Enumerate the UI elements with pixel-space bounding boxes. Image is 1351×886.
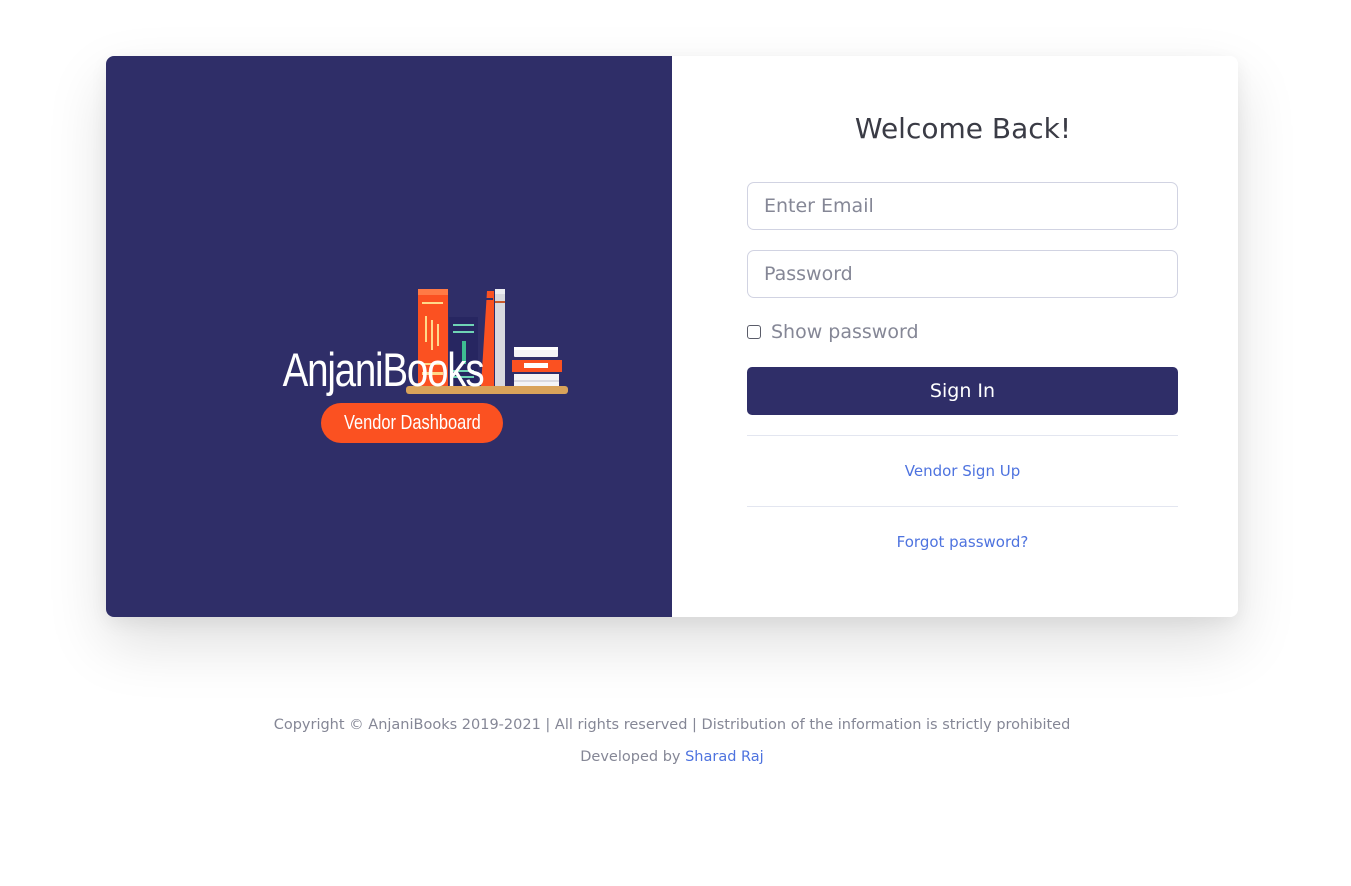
login-card: AnjaniBooks Vendor Dashboard Welcome Bac… — [106, 56, 1238, 617]
show-password-row[interactable]: Show password — [747, 320, 919, 344]
brand-logo-text: AnjaniBooks — [282, 343, 485, 396]
vendor-sign-up-link[interactable]: Vendor Sign Up — [747, 462, 1178, 480]
copyright-text: Copyright © AnjaniBooks 2019-2021 | All … — [273, 717, 1071, 733]
divider — [747, 435, 1178, 436]
footer: Copyright © AnjaniBooks 2019-2021 | All … — [0, 714, 1344, 768]
divider — [747, 506, 1178, 507]
brand-tagline-text: Vendor Dashboard — [343, 412, 481, 434]
brand-panel: AnjaniBooks Vendor Dashboard — [106, 56, 672, 617]
developer-link[interactable]: Sharad Raj — [685, 749, 764, 765]
password-field[interactable] — [747, 250, 1178, 298]
show-password-label[interactable]: Show password — [771, 321, 919, 343]
brand-tagline-badge: Vendor Dashboard — [321, 403, 503, 443]
login-form-panel: Welcome Back! Show password Sign In Vend… — [672, 56, 1238, 617]
sign-in-button[interactable]: Sign In — [747, 367, 1178, 415]
developed-by-text: Developed by — [580, 749, 681, 765]
page-title: Welcome Back! — [854, 112, 1072, 145]
email-field[interactable] — [747, 182, 1178, 230]
forgot-password-link[interactable]: Forgot password? — [747, 533, 1178, 551]
developer-credit: Developed by Sharad Raj — [0, 746, 1344, 768]
show-password-checkbox[interactable] — [747, 325, 761, 339]
